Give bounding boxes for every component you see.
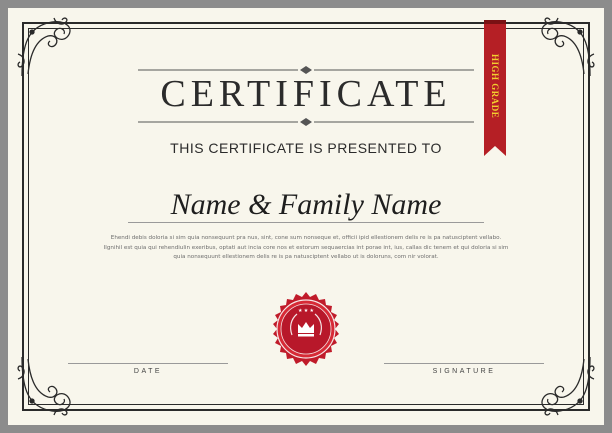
signature-label: SIGNATURE xyxy=(432,368,496,375)
flourish-corner-icon xyxy=(14,349,84,419)
signature-line xyxy=(384,363,544,364)
title-rule-bottom xyxy=(138,118,474,126)
certificate-title: CERTIFICATE xyxy=(160,73,452,115)
ribbon-text: HIGH GRADE xyxy=(490,53,500,119)
flourish-corner-icon xyxy=(528,349,598,419)
certificate-page: CERTIFICATE THIS CERTIFICATE IS PRESENTE… xyxy=(8,8,604,425)
crown-seal-icon: ★ ★ ★ xyxy=(265,291,347,373)
certificate-body-text: Ehendi debis doloria si sim quia nonsequ… xyxy=(103,235,509,261)
presented-to-text: THIS CERTIFICATE IS PRESENTED TO xyxy=(170,140,442,156)
date-line xyxy=(68,363,228,364)
name-underline xyxy=(128,222,484,223)
date-label: DATE xyxy=(133,368,163,375)
svg-text:★ ★ ★: ★ ★ ★ xyxy=(298,308,314,314)
recipient-name: Name & Family Name xyxy=(170,188,442,221)
